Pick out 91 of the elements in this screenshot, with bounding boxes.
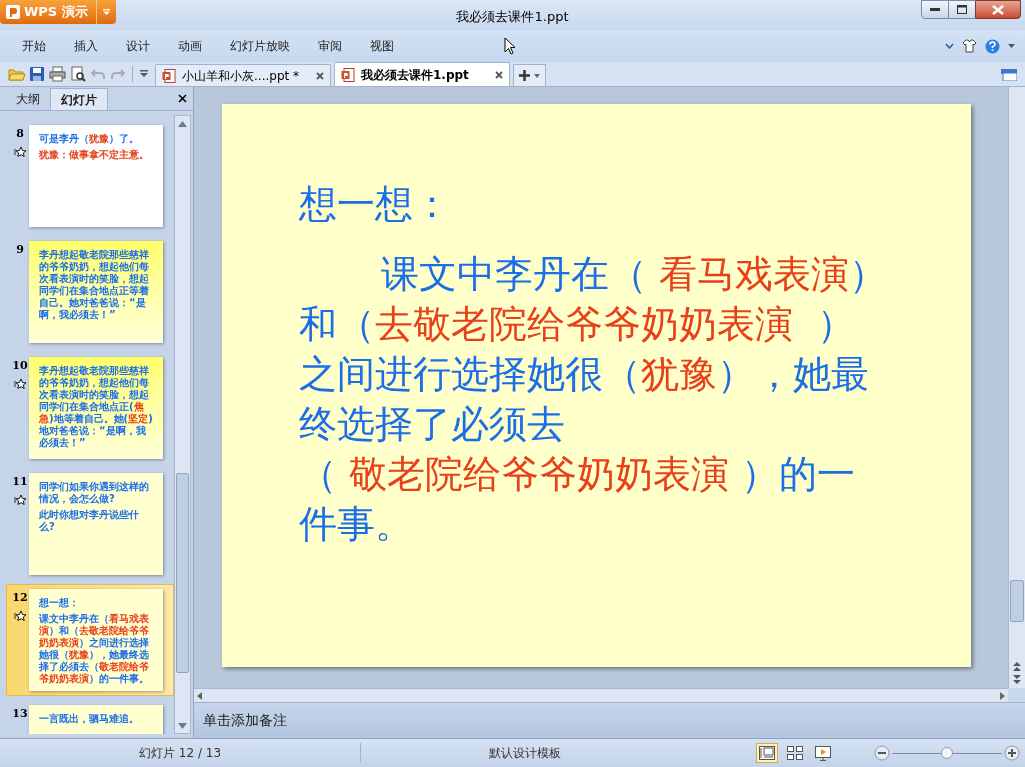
zoom-in-icon[interactable] <box>1004 745 1020 761</box>
slide-text-line: 和（去敬老院给爷爷奶奶表演 ） <box>299 301 857 348</box>
thumbnail-text: 一言既出，驷马难追。 <box>39 713 140 725</box>
normal-view-icon <box>759 746 775 760</box>
thumbnail-text: 想一想： <box>39 597 80 609</box>
next-slide-icon[interactable] <box>1013 675 1021 685</box>
thumbnail-text: 李丹想起敬老院那些慈祥的爷爷奶奶，想起他们每次看表演时的笑脸，想起同学们在集合地点正等着自己。她对爸爸说：“是啊，我必须去！” <box>39 249 150 321</box>
app-logo-icon <box>6 5 20 19</box>
new-tab-button[interactable] <box>513 64 546 86</box>
close-tab-icon[interactable] <box>316 71 324 80</box>
window-arrange-icon[interactable] <box>1001 69 1017 81</box>
caret-icon[interactable] <box>1008 44 1015 48</box>
slide-text-line: 课文中李丹在（ 看马戏表演） <box>380 251 889 298</box>
view-button[interactable] <box>812 743 834 763</box>
minimize-button[interactable] <box>921 0 949 19</box>
slide-number: 12 <box>12 590 28 606</box>
minimize-icon <box>930 7 940 12</box>
scroll-up-icon[interactable] <box>178 121 187 127</box>
scrollbar-thumb[interactable] <box>1010 580 1024 622</box>
slide-text-line: 终选择了必须去 <box>299 401 566 448</box>
maximize-icon <box>957 5 967 14</box>
slide-thumbnail[interactable]: 想一想： 课文中李丹在（看马戏表演）和（去敬老院给爷爷奶奶表演）之间进行选择她很（犹豫），她最终选择了必须去（敬老院给爷爷奶奶表演）的一件事。 <box>29 589 163 691</box>
thumbnail-text: 此时你想对李丹说些什么? <box>39 509 140 533</box>
menu-item[interactable]: 设计 <box>126 37 150 55</box>
chevron-down-icon[interactable] <box>945 43 954 49</box>
slide-sorter-icon <box>787 746 803 760</box>
slide-text-line: 之间进行选择她很（犹豫），她最 <box>299 351 870 398</box>
thumbnail-text: 同学们如果你遇到这样的情况，会怎么做? <box>39 481 150 505</box>
template-name: 默认设计模板 <box>488 745 561 762</box>
slide-thumbnail[interactable]: 一言既出，驷马难追。 <box>29 705 163 734</box>
close-pane-icon[interactable] <box>178 94 187 103</box>
scroll-left-icon[interactable] <box>197 691 202 700</box>
presentation-file-icon <box>341 67 355 82</box>
maximize-button[interactable] <box>949 0 975 19</box>
print-icon[interactable] <box>49 65 66 82</box>
pane-tab[interactable]: 幻灯片 <box>50 88 108 110</box>
slide-text-line: （ 敬老院给爷爷奶奶表演 ）的一 <box>299 451 857 498</box>
slide-thumbnail[interactable]: 同学们如果你遇到这样的情况，会怎么做? 此时你想对李丹说些什么? <box>29 473 163 575</box>
presentation-file-icon <box>162 68 176 83</box>
slide-text-line: 想一想： <box>299 181 452 228</box>
print-preview-icon[interactable] <box>70 65 86 82</box>
shirt-icon[interactable] <box>962 39 977 53</box>
menu-item[interactable]: 审阅 <box>318 37 342 55</box>
vertical-scrollbar[interactable] <box>174 115 191 734</box>
customize-caret-icon[interactable] <box>139 69 149 78</box>
thumbnail-text: 李丹想起敬老院那些慈祥的爷爷奶奶，想起他们每次看表演时的笑脸，想起同学们在集合地点正(焦急)地等着自己。她(坚定)地对爸爸说：“是啊，我必须去！” <box>39 365 153 449</box>
previous-slide-icon[interactable] <box>1013 662 1021 672</box>
slide-counter: 幻灯片 12 / 13 <box>138 745 222 762</box>
plus-icon <box>519 70 530 81</box>
vertical-scrollbar[interactable] <box>1008 87 1025 688</box>
slide-number: 9 <box>16 242 24 258</box>
view-button[interactable] <box>784 743 806 763</box>
slideshow-icon <box>815 745 831 761</box>
close-tab-icon[interactable] <box>495 70 503 79</box>
slide-number: 10 <box>12 358 28 374</box>
slide-number: 8 <box>16 126 24 142</box>
view-button[interactable] <box>756 743 778 763</box>
document-tab[interactable]: 小山羊和小灰....ppt * <box>155 64 331 86</box>
thumbnail-text: 可是李丹（犹豫）了。 <box>39 133 140 145</box>
menu-item[interactable]: 动画 <box>178 37 202 55</box>
zoom-out-icon[interactable] <box>874 745 890 761</box>
slide-text-line: 件事。 <box>299 501 414 548</box>
close-button[interactable] <box>975 0 1021 19</box>
close-icon <box>992 4 1004 15</box>
mouse-pointer-icon <box>504 37 516 55</box>
zoom-slider[interactable] <box>892 746 1002 760</box>
slide-thumbnail[interactable]: 可是李丹（犹豫）了。 犹豫：做事拿不定主意。 <box>29 125 163 227</box>
slide-thumbnail[interactable]: 李丹想起敬老院那些慈祥的爷爷奶奶，想起他们每次看表演时的笑脸，想起同学们在集合地点正(焦急)地等着自己。她(坚定)地对爸爸说：“是啊，我必须去！” <box>29 357 163 459</box>
caret-icon <box>534 73 540 78</box>
thumbnail-text: 课文中李丹在（看马戏表演）和（去敬老院给爷爷奶奶表演）之间进行选择她很（犹豫），她最终选择了必须去（敬老院给爷爷奶奶表演）的一件事。 <box>39 613 150 685</box>
slide-number: 11 <box>12 474 28 490</box>
scroll-right-icon[interactable] <box>1000 691 1005 700</box>
document-tab[interactable]: 我必须去课件1.ppt <box>334 62 510 86</box>
menu-item[interactable]: 插入 <box>74 37 98 55</box>
thumbnail-text: 犹豫：做事拿不定主意。 <box>39 149 150 161</box>
caret-icon <box>102 9 110 15</box>
slide-thumbnail[interactable]: 李丹想起敬老院那些慈祥的爷爷奶奶，想起他们每次看表演时的笑脸，想起同学们在集合地点正等着自己。她对爸爸说：“是啊，我必须去！” <box>29 241 163 343</box>
menu-item[interactable]: 幻灯片放映 <box>230 37 290 55</box>
help-icon[interactable] <box>985 38 1000 54</box>
horizontal-scrollbar[interactable] <box>194 688 1008 702</box>
slide-number: 13 <box>12 706 28 722</box>
menu-item[interactable]: 视图 <box>370 37 394 55</box>
menu-item[interactable]: 开始 <box>22 37 46 55</box>
scrollbar-thumb[interactable] <box>176 473 189 673</box>
pane-tab[interactable]: 大纲 <box>6 88 50 110</box>
window-title: 我必须去课件1.ppt <box>456 9 569 24</box>
app-dropdown-button[interactable] <box>95 0 116 24</box>
save-icon[interactable] <box>29 65 45 82</box>
scroll-down-icon[interactable] <box>178 723 187 729</box>
zoom-slider-thumb[interactable] <box>941 747 953 759</box>
notes-field[interactable]: 单击添加备注 <box>194 702 1025 738</box>
